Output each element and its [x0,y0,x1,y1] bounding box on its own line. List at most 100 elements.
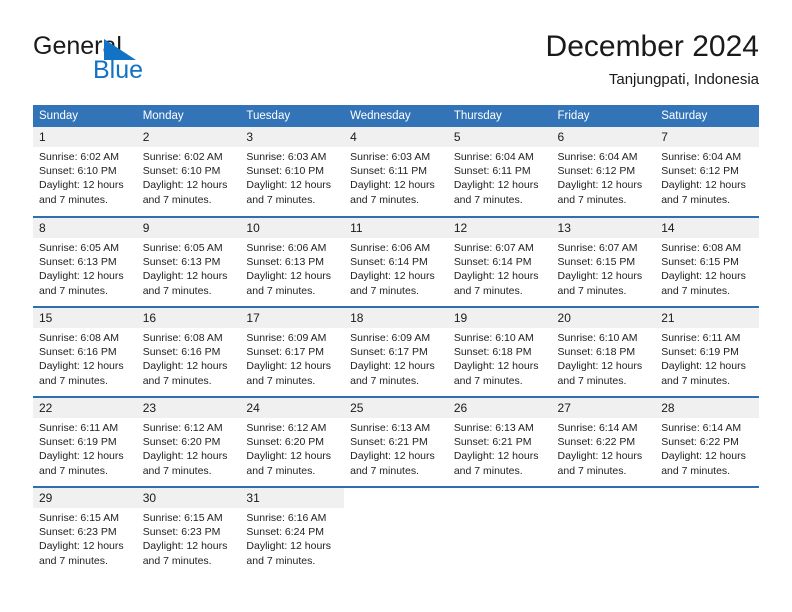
calendar-week-row: 1 Sunrise: 6:02 AM Sunset: 6:10 PM Daylight… [33,127,759,217]
day-details [448,508,552,511]
calendar-day-cell[interactable]: 20 Sunrise: 6:10 AM Sunset: 6:18 PM Dayligh… [551,306,656,397]
day-sunrise-text: Sunrise: 6:04 AM [557,151,638,163]
calendar-day-cell[interactable]: 8 Sunrise: 6:05 AM Sunset: 6:13 PM Daylight… [33,216,137,307]
calendar-day-cell[interactable]: 4 Sunrise: 6:03 AM Sunset: 6:11 PM Daylight… [344,127,448,217]
day-daylight2-text: and 7 minutes. [350,374,419,387]
day-cell-inner: 1 Sunrise: 6:02 AM Sunset: 6:10 PM Daylight… [33,127,137,216]
day-daylight2-text: and 7 minutes. [661,284,731,297]
calendar-day-cell[interactable]: 17 Sunrise: 6:09 AM Sunset: 6:17 PM Dayligh… [240,306,345,397]
day-daylight2-text: and 7 minutes. [246,464,316,477]
day-cell-inner: 13 Sunrise: 6:07 AM Sunset: 6:15 PM Dayligh… [551,218,656,306]
day-details: Sunrise: 6:08 AM Sunset: 6:16 PM Daylight:… [33,328,137,388]
calendar-day-cell[interactable]: 19 Sunrise: 6:10 AM Sunset: 6:18 PM Dayligh… [447,306,552,397]
day-number: 18 [344,308,448,328]
day-number: 26 [447,398,552,418]
day-daylight2-text: and 7 minutes. [142,284,212,297]
day-daylight1-text: Daylight: 12 hours [661,360,746,373]
day-cell-inner: 7 Sunrise: 6:04 AM Sunset: 6:12 PM Daylight… [655,127,759,216]
day-sunrise-text: Sunrise: 6:08 AM [661,242,742,254]
day-details: Sunrise: 6:11 AM Sunset: 6:19 PM Daylight:… [655,328,759,388]
day-daylight1-text: Daylight: 12 hours [142,450,228,463]
day-number: 3 [240,127,345,147]
day-sunrise-text: Sunrise: 6:09 AM [246,332,327,344]
day-daylight1-text: Daylight: 12 hours [39,270,124,283]
calendar-day-cell[interactable]: 11 Sunrise: 6:06 AM Sunset: 6:14 PM Dayligh… [344,216,448,307]
day-cell-inner: 27 Sunrise: 6:14 AM Sunset: 6:22 PM Dayligh… [551,398,656,486]
calendar-day-cell[interactable]: 3 Sunrise: 6:03 AM Sunset: 6:10 PM Daylight… [240,127,345,217]
day-cell-inner: 30 Sunrise: 6:15 AM Sunset: 6:23 PM Dayligh… [136,488,241,579]
day-sunset-text: Sunset: 6:22 PM [557,436,636,449]
calendar-day-cell[interactable]: 21 Sunrise: 6:11 AM Sunset: 6:19 PM Dayligh… [655,306,759,397]
page-header: General Blue December 2024 Tanjungpati, … [33,28,759,96]
day-cell-inner: 21 Sunrise: 6:11 AM Sunset: 6:19 PM Dayligh… [655,308,759,396]
calendar-day-cell[interactable]: 9 Sunrise: 6:05 AM Sunset: 6:13 PM Daylight… [136,216,241,307]
day-sunrise-text: Sunrise: 6:04 AM [661,151,742,163]
day-cell-inner: 26 Sunrise: 6:13 AM Sunset: 6:21 PM Dayligh… [447,398,552,486]
day-daylight1-text: Daylight: 12 hours [39,360,124,373]
day-cell-inner: 4 Sunrise: 6:03 AM Sunset: 6:11 PM Daylight… [344,127,448,216]
day-daylight2-text: and 7 minutes. [350,284,419,297]
day-number: 30 [136,488,241,508]
day-sunset-text: Sunset: 6:11 PM [350,165,427,178]
calendar-day-cell[interactable]: 22 Sunrise: 6:11 AM Sunset: 6:19 PM Dayligh… [33,396,137,487]
calendar-day-cell[interactable]: 18 Sunrise: 6:09 AM Sunset: 6:17 PM Dayligh… [344,306,448,397]
day-details: Sunrise: 6:03 AM Sunset: 6:10 PM Daylight:… [240,147,344,207]
day-cell-inner: 24 Sunrise: 6:12 AM Sunset: 6:20 PM Dayligh… [240,398,345,486]
day-daylight1-text: Daylight: 12 hours [246,450,332,463]
calendar-day-cell[interactable]: 10 Sunrise: 6:06 AM Sunset: 6:13 PM Dayligh… [240,216,345,307]
day-number: 23 [136,398,241,418]
calendar-day-cell[interactable]: 28 Sunrise: 6:14 AM Sunset: 6:22 PM Dayligh… [655,396,759,487]
calendar-day-cell[interactable]: 30 Sunrise: 6:15 AM Sunset: 6:23 PM Dayligh… [136,486,241,579]
calendar-table: Sunday Monday Tuesday Wednesday Thursday… [33,105,759,579]
day-number [344,488,448,508]
calendar-day-cell[interactable]: 14 Sunrise: 6:08 AM Sunset: 6:15 PM Dayligh… [655,216,759,307]
calendar-day-cell[interactable]: 5 Sunrise: 6:04 AM Sunset: 6:11 PM Daylight… [447,127,552,217]
day-details: Sunrise: 6:10 AM Sunset: 6:18 PM Daylight:… [552,328,656,388]
day-number: 12 [447,218,552,238]
calendar-day-cell[interactable]: 7 Sunrise: 6:04 AM Sunset: 6:12 PM Daylight… [655,127,759,217]
day-sunrise-text: Sunrise: 6:07 AM [453,242,534,254]
calendar-day-cell[interactable]: 25 Sunrise: 6:13 AM Sunset: 6:21 PM Dayligh… [344,396,448,487]
calendar-day-cell[interactable]: 16 Sunrise: 6:08 AM Sunset: 6:16 PM Dayligh… [136,306,241,397]
day-details [655,508,759,511]
calendar-day-cell[interactable]: 24 Sunrise: 6:12 AM Sunset: 6:20 PM Dayligh… [240,396,345,487]
calendar-day-cell[interactable]: 2 Sunrise: 6:02 AM Sunset: 6:10 PM Daylight… [136,127,241,217]
day-number: 8 [33,218,137,238]
calendar-day-cell[interactable]: 27 Sunrise: 6:14 AM Sunset: 6:22 PM Dayligh… [551,396,656,487]
day-daylight2-text: and 7 minutes. [246,193,316,206]
day-sunrise-text: Sunrise: 6:04 AM [453,151,534,163]
day-sunset-text: Sunset: 6:16 PM [142,346,221,359]
day-sunrise-text: Sunrise: 6:03 AM [350,151,431,163]
calendar-day-cell[interactable]: 13 Sunrise: 6:07 AM Sunset: 6:15 PM Dayligh… [551,216,656,307]
day-sunset-text: Sunset: 6:21 PM [350,436,428,449]
day-details: Sunrise: 6:11 AM Sunset: 6:19 PM Daylight:… [33,418,137,478]
calendar-day-cell[interactable]: 23 Sunrise: 6:12 AM Sunset: 6:20 PM Dayligh… [136,396,241,487]
weekday-header-thursday: Thursday [447,105,552,127]
day-sunset-text: Sunset: 6:12 PM [661,165,739,178]
day-sunrise-text: Sunrise: 6:14 AM [557,422,638,434]
day-daylight2-text: and 7 minutes. [246,374,316,387]
weekday-header-friday: Friday [551,105,656,127]
calendar-day-cell[interactable]: 6 Sunrise: 6:04 AM Sunset: 6:12 PM Daylight… [551,127,656,217]
day-details: Sunrise: 6:08 AM Sunset: 6:16 PM Daylight:… [137,328,241,388]
calendar-day-cell[interactable]: 31 Sunrise: 6:16 AM Sunset: 6:24 PM Dayligh… [240,486,345,579]
calendar-day-cell[interactable]: 12 Sunrise: 6:07 AM Sunset: 6:14 PM Dayligh… [447,216,552,307]
day-sunrise-text: Sunrise: 6:02 AM [39,151,119,163]
calendar-day-cell[interactable]: 15 Sunrise: 6:08 AM Sunset: 6:16 PM Dayligh… [33,306,137,397]
day-daylight2-text: and 7 minutes. [557,464,627,477]
day-daylight2-text: and 7 minutes. [142,554,212,567]
weekday-header-saturday: Saturday [655,105,759,127]
day-daylight1-text: Daylight: 12 hours [142,360,228,373]
day-daylight2-text: and 7 minutes. [453,193,523,206]
day-daylight1-text: Daylight: 12 hours [350,270,435,283]
calendar-day-cell[interactable]: 1 Sunrise: 6:02 AM Sunset: 6:10 PM Daylight… [33,127,137,217]
calendar-day-cell-empty [551,486,656,579]
day-daylight2-text: and 7 minutes. [39,374,108,387]
location-subtitle: Tanjungpati, Indonesia [608,71,759,88]
calendar-day-cell[interactable]: 29 Sunrise: 6:15 AM Sunset: 6:23 PM Dayligh… [33,486,137,579]
day-details: Sunrise: 6:07 AM Sunset: 6:15 PM Daylight:… [552,238,656,298]
calendar-day-cell[interactable]: 26 Sunrise: 6:13 AM Sunset: 6:21 PM Dayligh… [447,396,552,487]
day-sunrise-text: Sunrise: 6:15 AM [39,512,119,524]
day-daylight2-text: and 7 minutes. [39,193,108,206]
brand-logo[interactable]: General Blue [33,28,253,90]
